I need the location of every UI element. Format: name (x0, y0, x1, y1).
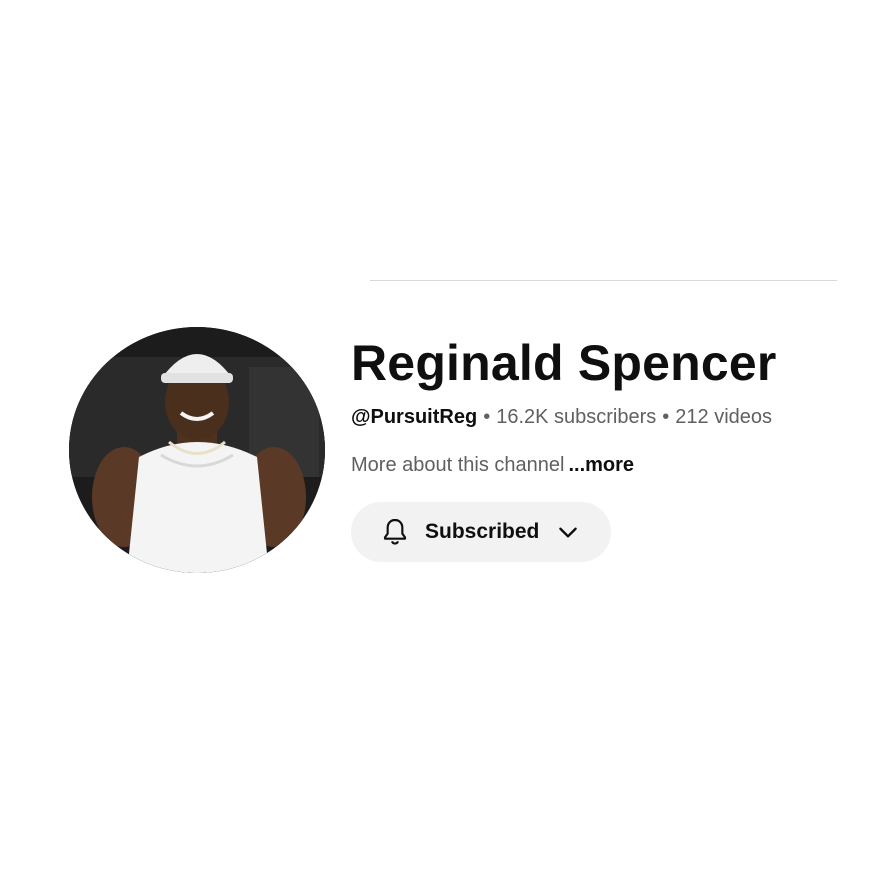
bell-icon (379, 516, 411, 548)
channel-handle[interactable]: @PursuitReg (351, 406, 477, 428)
meta-separator: • (662, 406, 670, 428)
more-link[interactable]: ...more (568, 454, 634, 476)
channel-name: Reginald Spencer (351, 335, 777, 391)
header-divider (370, 280, 837, 281)
chevron-down-icon (555, 519, 581, 545)
subscribed-button[interactable]: Subscribed (351, 502, 611, 562)
avatar-photo (69, 327, 325, 573)
channel-info: Reginald Spencer @PursuitReg • 16.2K subsc… (351, 334, 777, 562)
subscriber-count: 16.2K subscribers (496, 406, 657, 428)
channel-meta: @PursuitReg • 16.2K subscribers • 212 videos (351, 404, 777, 430)
channel-description[interactable]: More about this channel ...more (351, 452, 777, 478)
video-count: 212 videos (675, 406, 773, 428)
channel-avatar[interactable] (69, 327, 325, 573)
subscribed-label: Subscribed (425, 520, 540, 543)
meta-separator: • (483, 406, 491, 428)
description-text: More about this channel (351, 454, 565, 476)
